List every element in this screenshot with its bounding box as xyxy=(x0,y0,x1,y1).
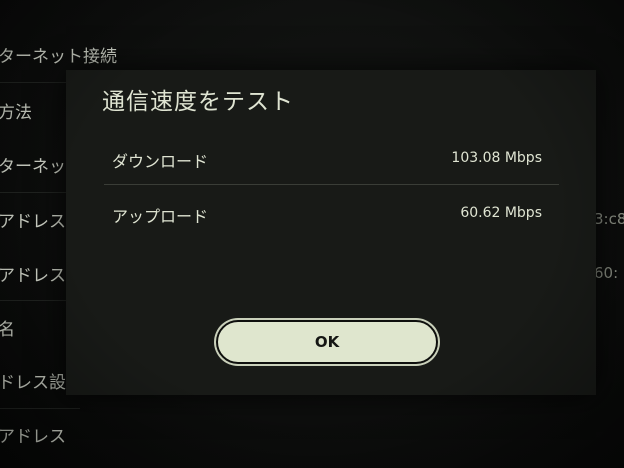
bg-list-item-internet-connection[interactable]: ターネット接続 xyxy=(0,42,117,67)
bg-right-value-1: 3:c8 xyxy=(594,210,624,228)
bg-list-item-address-2[interactable]: アドレス xyxy=(0,261,66,286)
bg-list-item-address-1[interactable]: アドレス xyxy=(0,207,66,232)
upload-value: 60.62 Mbps xyxy=(460,205,542,221)
ok-button[interactable]: OK xyxy=(216,320,438,364)
dialog-title: 通信速度をテスト xyxy=(102,89,294,115)
speed-test-dialog: 通信速度をテスト ダウンロード 103.08 Mbps アップロード 60.62… xyxy=(66,70,596,395)
download-value: 103.08 Mbps xyxy=(451,150,542,166)
screen: ターネット接続 方法 ターネット アドレス アドレス 名 ドレス設定 アドレス … xyxy=(0,0,624,468)
bg-list-item-name[interactable]: 名 xyxy=(0,315,15,340)
upload-row: アップロード 60.62 Mbps xyxy=(104,203,559,257)
download-row: ダウンロード 103.08 Mbps xyxy=(104,148,559,202)
bg-list-item-method[interactable]: 方法 xyxy=(0,98,32,123)
bg-right-value-2: 60: xyxy=(594,264,619,282)
row-divider xyxy=(104,184,559,185)
bg-divider xyxy=(0,408,80,409)
upload-label: アップロード xyxy=(112,207,209,226)
download-label: ダウンロード xyxy=(112,152,209,171)
bg-list-item-address-3[interactable]: アドレス xyxy=(0,422,66,447)
